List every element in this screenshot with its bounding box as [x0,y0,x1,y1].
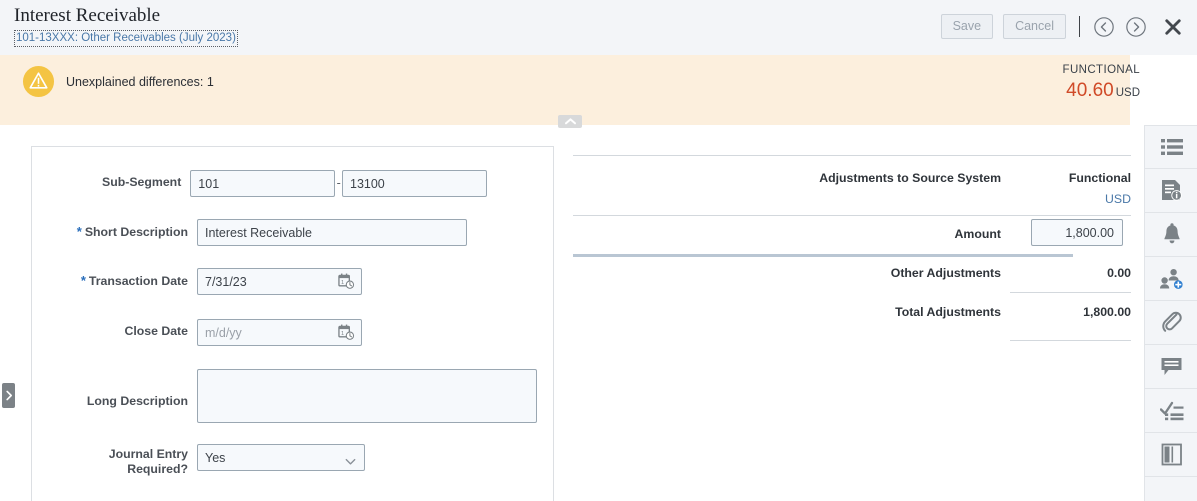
short-description-label: *Short Description [32,219,188,239]
sub-segment-label: Sub-Segment [32,170,181,189]
page-subtitle-breadcrumb[interactable]: 101-13XXX: Other Receivables (July 2023) [14,30,238,47]
next-circle-icon[interactable] [1125,16,1147,38]
field-close-date: Close Date 1 [32,319,362,346]
row-value-total-adjustments: 1,800.00 [1001,305,1131,319]
rail-item-list[interactable] [1145,125,1197,169]
summary-column-header: Functional [1011,171,1131,185]
sub-segment-input-1[interactable] [190,170,335,197]
required-indicator: * [81,273,86,288]
warning-message: Unexplained differences: 1 [22,65,214,98]
summary-rule-top [573,155,1131,156]
functional-label: FUNCTIONAL [1063,63,1140,78]
long-description-label: Long Description [32,369,188,408]
chevron-right-icon [5,390,13,401]
summary-section-title: Adjustments to Source System [601,171,1001,185]
warning-triangle-icon [22,65,55,98]
checklist-icon [1160,401,1184,421]
journal-entry-required-label: Journal Entry Required? [32,444,188,477]
document-info-icon [1161,179,1183,202]
field-long-description: Long Description [32,369,537,423]
save-button[interactable]: Save [941,14,994,39]
rail-item-checklist[interactable] [1145,389,1197,433]
chevron-down-icon[interactable] [345,453,356,461]
svg-text:1: 1 [341,331,344,337]
users-add-icon [1160,268,1184,290]
list-icon [1161,138,1183,156]
close-date-label: Close Date [32,319,188,338]
rail-item-document-info[interactable] [1145,169,1197,213]
application-root: Interest Receivable 101-13XXX: Other Rec… [0,0,1197,501]
summary-rule-other [1010,292,1131,293]
rail-item-journal[interactable] [1145,433,1197,477]
functional-amount-row: 40.60USD [1063,80,1140,104]
rail-item-users[interactable] [1145,257,1197,301]
amount-input[interactable] [1031,219,1123,246]
comment-icon [1160,356,1183,377]
rail-item-comments[interactable] [1145,345,1197,389]
transaction-form-panel: Sub-Segment - *Short Description *Transa… [31,146,554,501]
cancel-button[interactable]: Cancel [1003,14,1066,39]
field-transaction-date: *Transaction Date 1 [32,268,362,295]
short-description-input[interactable] [197,219,467,246]
svg-text:1: 1 [341,280,344,286]
close-date-wrapper: 1 [197,319,362,346]
chevron-up-icon [564,117,577,126]
required-indicator: * [77,224,82,239]
summary-currency: USD [1011,192,1131,206]
previous-circle-icon[interactable] [1093,16,1115,38]
collapse-banner-button[interactable] [558,115,582,128]
row-label-amount: Amount [601,227,1001,241]
header-actions: Save Cancel [941,14,1183,39]
journal-entry-select-wrapper [197,444,365,471]
calendar-clock-icon[interactable]: 1 [338,273,355,290]
page-title: Interest Receivable [14,4,238,28]
right-icon-rail [1144,125,1197,501]
calendar-clock-icon[interactable]: 1 [338,324,355,341]
summary-rule-amount [573,254,1073,257]
long-description-textarea[interactable] [197,369,537,423]
field-short-description: *Short Description [32,219,472,246]
row-label-other-adjustments: Other Adjustments [601,266,1001,280]
transaction-date-wrapper: 1 [197,268,362,295]
header-titles: Interest Receivable 101-13XXX: Other Rec… [14,4,238,47]
rail-item-attachments[interactable] [1145,301,1197,345]
journal-entry-required-select[interactable] [197,444,365,471]
page-header: Interest Receivable 101-13XXX: Other Rec… [0,0,1197,55]
sub-segment-separator: - [335,170,342,197]
functional-currency: USD [1116,87,1140,99]
bell-icon [1161,223,1183,246]
field-sub-segment: Sub-Segment - [32,170,487,197]
transaction-date-label: *Transaction Date [32,268,188,288]
paperclip-icon [1161,311,1183,335]
row-label-total-adjustments: Total Adjustments [601,305,1001,319]
book-icon [1161,443,1183,466]
expand-left-panel-handle[interactable] [2,383,15,408]
summary-rule-header [573,215,1131,216]
functional-total: FUNCTIONAL 40.60USD [1063,63,1140,104]
summary-rule-total [1010,340,1131,341]
row-value-other-adjustments: 0.00 [1001,266,1131,280]
field-journal-entry-required: Journal Entry Required? [32,444,365,477]
close-icon[interactable] [1157,17,1183,37]
sub-segment-input-2[interactable] [342,170,487,197]
warning-text: Unexplained differences: 1 [66,75,214,89]
functional-amount: 40.60 [1066,80,1114,101]
header-divider [1079,16,1080,37]
rail-item-alerts[interactable] [1145,213,1197,257]
